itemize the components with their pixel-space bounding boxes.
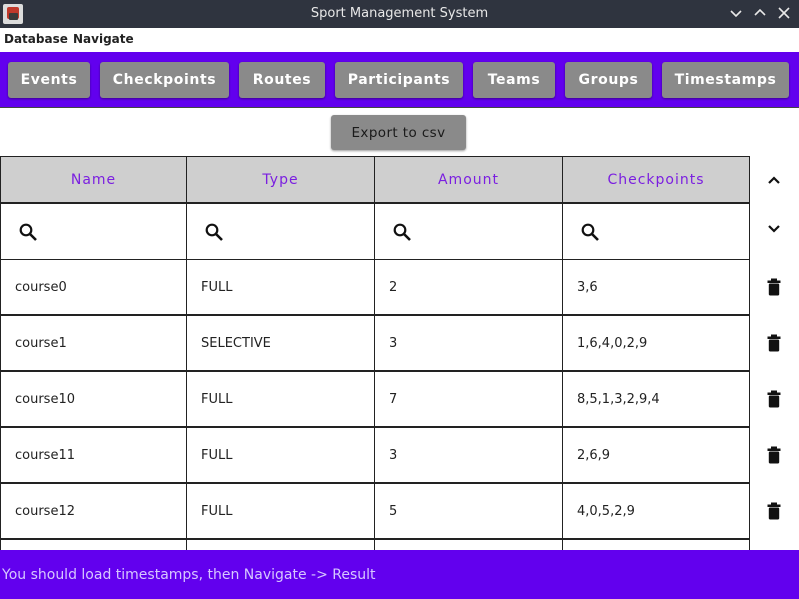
cell-amount[interactable]: 3 xyxy=(374,427,563,483)
cell-checkpoints[interactable]: 1,6,4,0,2,9 xyxy=(562,315,750,371)
trash-icon xyxy=(767,390,781,408)
maximize-button[interactable] xyxy=(751,4,769,22)
search-icon xyxy=(393,223,411,241)
chevron-down-icon xyxy=(768,225,780,233)
chevron-down-icon xyxy=(730,10,742,18)
search-icon xyxy=(205,223,223,241)
cell-type[interactable] xyxy=(186,539,375,550)
cell-name[interactable]: course10 xyxy=(0,371,187,427)
close-icon xyxy=(778,7,790,19)
filter-name-field[interactable] xyxy=(0,203,187,260)
menu-bar: Database Navigate xyxy=(0,28,799,53)
cell-type[interactable]: FULL xyxy=(186,259,375,315)
nav-participants-button[interactable]: Participants xyxy=(335,62,463,98)
cell-name[interactable]: course1 xyxy=(0,315,187,371)
status-message: You should load timestamps, then Navigat… xyxy=(2,566,376,583)
delete-row-button[interactable] xyxy=(764,277,784,297)
menu-database[interactable]: Database xyxy=(4,32,68,46)
nav-timestamps-button[interactable]: Timestamps xyxy=(662,62,789,98)
trash-icon xyxy=(767,502,781,520)
export-bar: Export to csv xyxy=(0,107,799,157)
filter-checkpoints-field[interactable] xyxy=(562,203,750,260)
window-titlebar: Sport Management System xyxy=(0,0,799,28)
close-button[interactable] xyxy=(775,4,793,22)
filter-amount-field[interactable] xyxy=(374,203,563,260)
trash-icon xyxy=(767,334,781,352)
cell-amount[interactable]: 7 xyxy=(374,371,563,427)
cell-name[interactable]: course12 xyxy=(0,483,187,539)
trash-icon xyxy=(767,446,781,464)
delete-row-button[interactable] xyxy=(764,389,784,409)
cell-name[interactable]: course0 xyxy=(0,259,187,315)
scroll-down-button[interactable] xyxy=(764,218,784,238)
column-header-checkpoints[interactable]: Checkpoints xyxy=(562,156,750,203)
routes-table: Name Type Amount Checkpoints course0 FUL… xyxy=(0,156,750,550)
row-actions-column xyxy=(750,156,799,550)
cell-name[interactable]: course11 xyxy=(0,427,187,483)
cell-amount[interactable]: 2 xyxy=(374,259,563,315)
cell-checkpoints[interactable]: 4,0,5,2,9 xyxy=(562,483,750,539)
delete-row-button[interactable] xyxy=(764,333,784,353)
chevron-up-icon xyxy=(768,176,780,184)
column-header-type[interactable]: Type xyxy=(186,156,375,203)
search-icon xyxy=(19,223,37,241)
nav-checkpoints-button[interactable]: Checkpoints xyxy=(100,62,229,98)
status-bar: You should load timestamps, then Navigat… xyxy=(0,550,799,599)
filter-type-field[interactable] xyxy=(186,203,375,260)
trash-icon xyxy=(767,278,781,296)
cell-amount[interactable] xyxy=(374,539,563,550)
cell-type[interactable]: FULL xyxy=(186,427,375,483)
cell-checkpoints[interactable]: 8,5,1,3,2,9,4 xyxy=(562,371,750,427)
nav-toolbar: Events Checkpoints Routes Participants T… xyxy=(0,52,799,107)
cell-name[interactable] xyxy=(0,539,187,550)
nav-routes-button[interactable]: Routes xyxy=(239,62,325,98)
delete-row-button[interactable] xyxy=(764,445,784,465)
cell-checkpoints[interactable] xyxy=(562,539,750,550)
window-title: Sport Management System xyxy=(310,6,489,21)
cell-amount[interactable]: 3 xyxy=(374,315,563,371)
minimize-button[interactable] xyxy=(727,4,745,22)
search-icon xyxy=(581,223,599,241)
cell-checkpoints[interactable]: 2,6,9 xyxy=(562,427,750,483)
scroll-up-button[interactable] xyxy=(764,170,784,190)
cell-type[interactable]: SELECTIVE xyxy=(186,315,375,371)
nav-events-button[interactable]: Events xyxy=(8,62,90,98)
column-header-name[interactable]: Name xyxy=(0,156,187,203)
column-header-amount[interactable]: Amount xyxy=(374,156,563,203)
delete-row-button[interactable] xyxy=(764,501,784,521)
cell-checkpoints[interactable]: 3,6 xyxy=(562,259,750,315)
nav-groups-button[interactable]: Groups xyxy=(565,62,652,98)
cell-amount[interactable]: 5 xyxy=(374,483,563,539)
menu-navigate[interactable]: Navigate xyxy=(73,32,134,46)
cell-type[interactable]: FULL xyxy=(186,371,375,427)
chevron-up-icon xyxy=(754,8,766,16)
nav-teams-button[interactable]: Teams xyxy=(473,62,555,98)
export-csv-button[interactable]: Export to csv xyxy=(331,115,466,150)
cell-type[interactable]: FULL xyxy=(186,483,375,539)
